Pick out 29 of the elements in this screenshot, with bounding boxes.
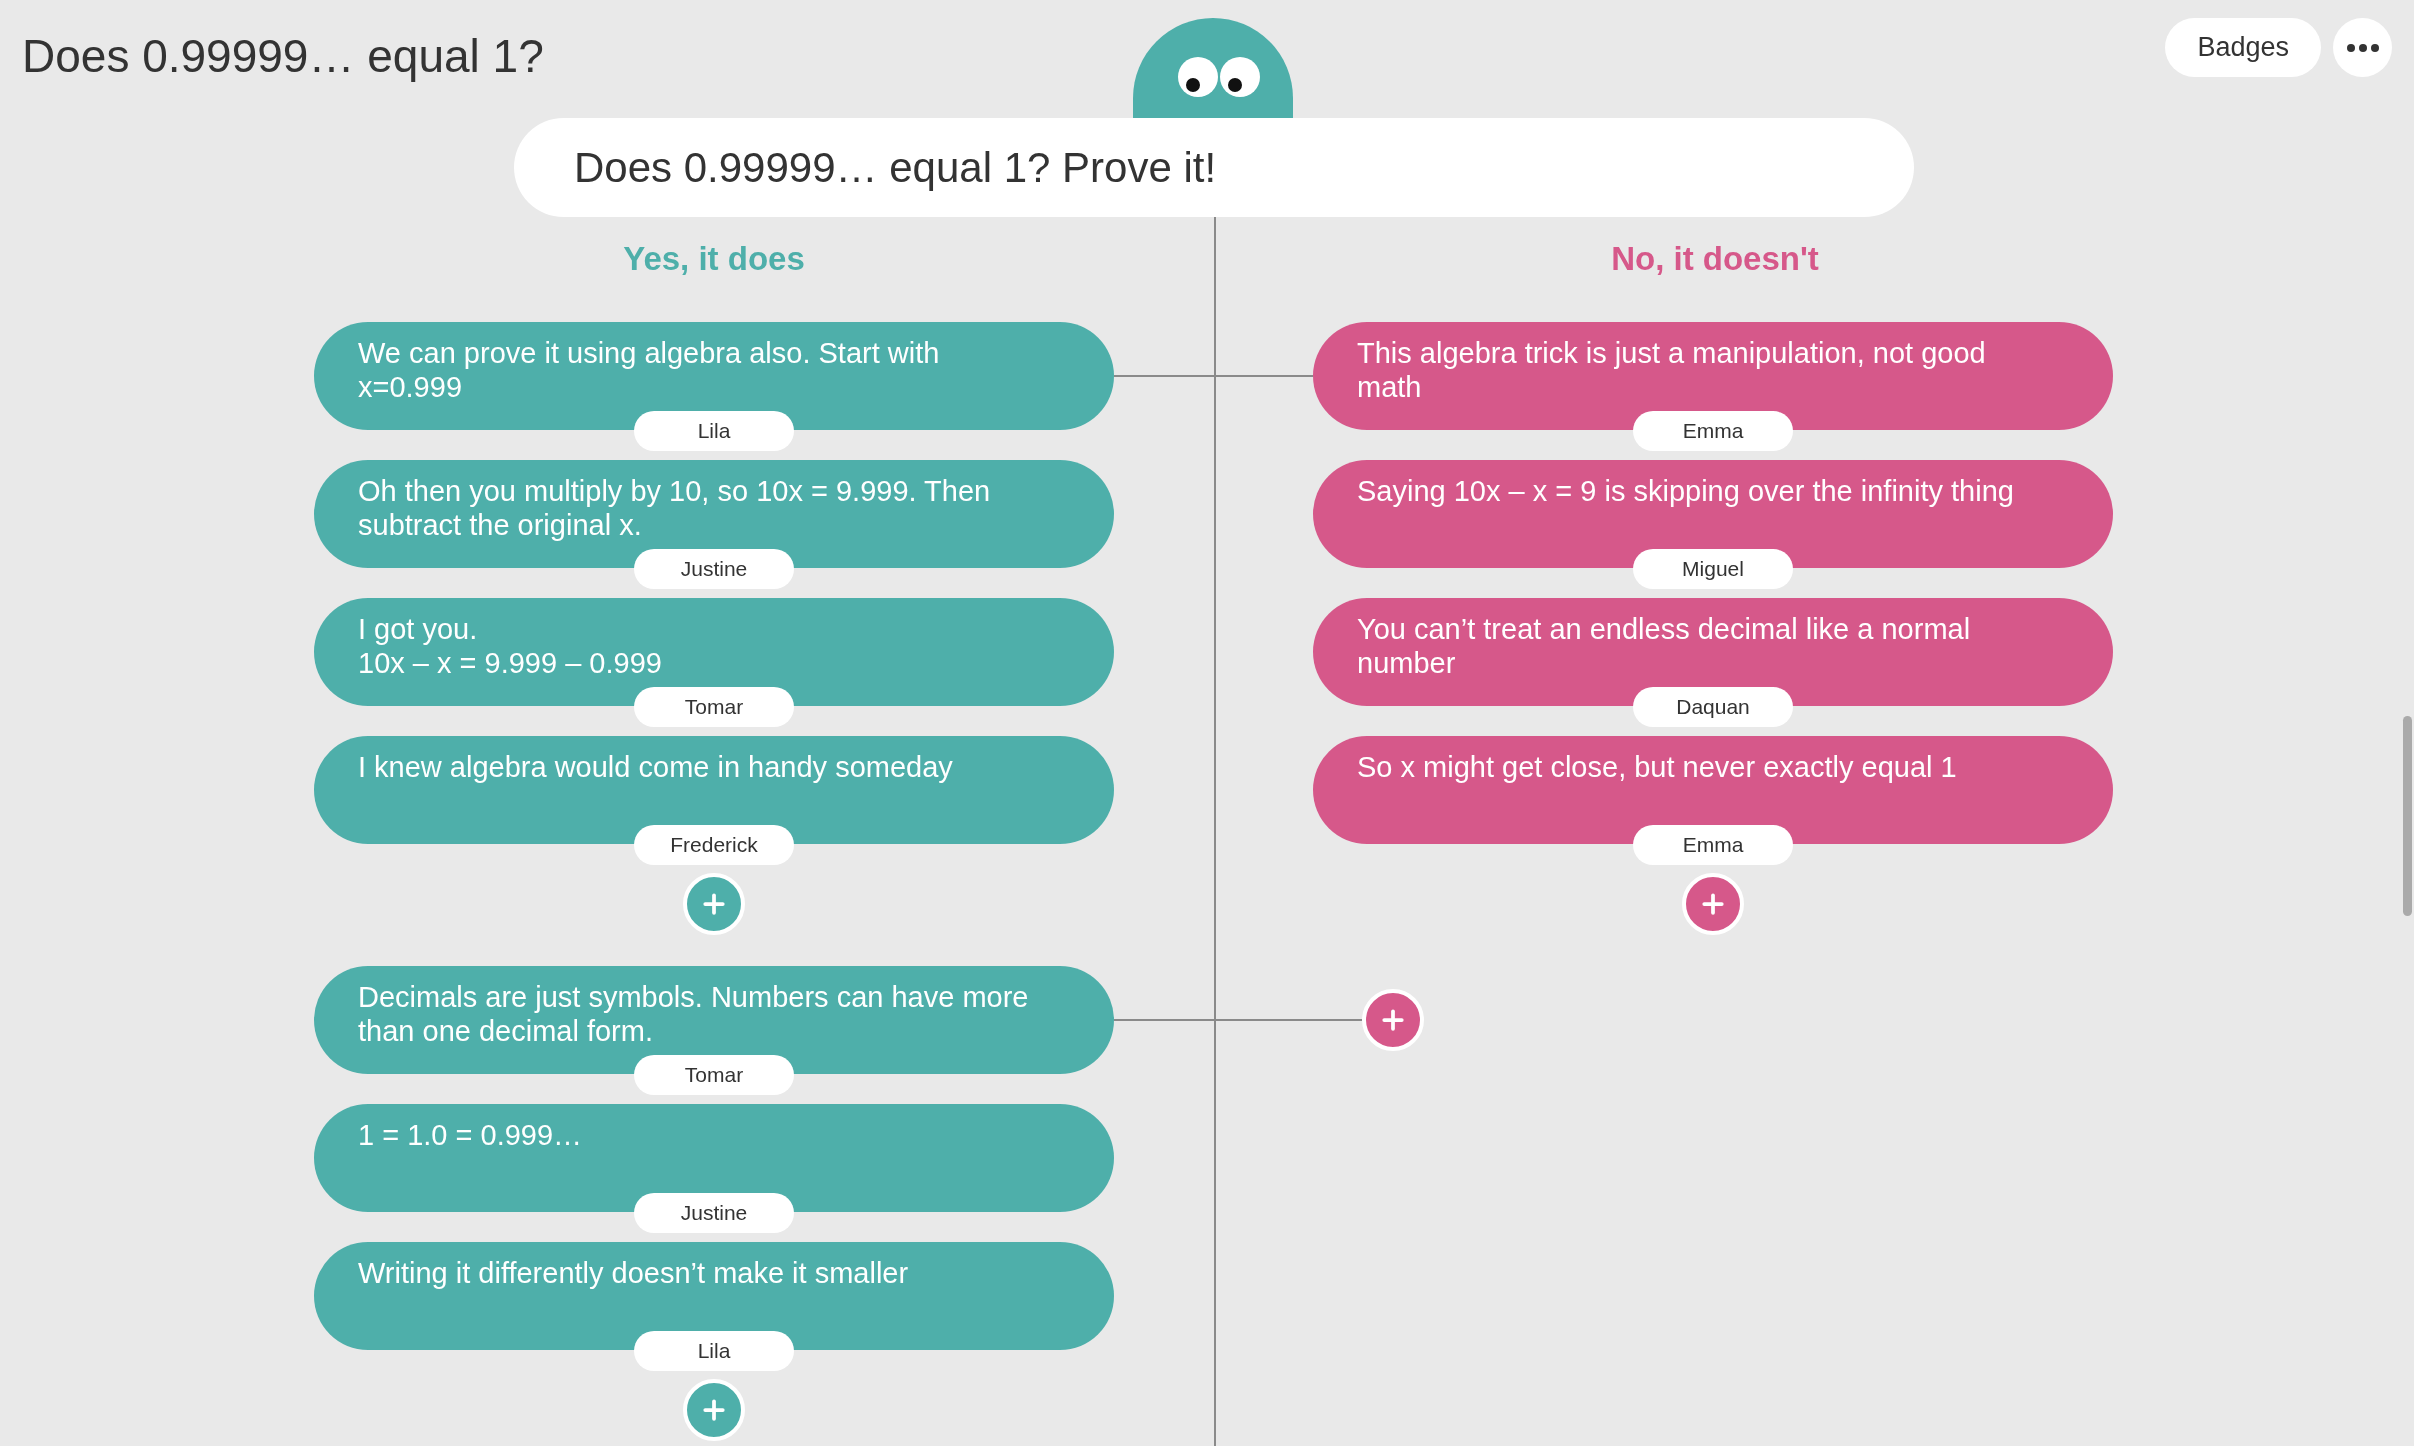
author-tag: Tomar: [634, 687, 794, 727]
badges-button[interactable]: Badges: [2165, 18, 2321, 77]
author-tag: Frederick: [634, 825, 794, 865]
argument-text: 1 = 1.0 = 0.999…: [358, 1118, 584, 1152]
argument-text: I got you. 10x – x = 9.999 – 0.999: [358, 612, 663, 680]
author-tag: Lila: [634, 1331, 794, 1371]
author-tag: Daquan: [1633, 687, 1793, 727]
author-tag: Emma: [1633, 825, 1793, 865]
page-title: Does 0.99999… equal 1?: [22, 29, 545, 84]
argument-text: So x might get close, but never exactly equal 1: [1357, 750, 1958, 784]
argument-text: Writing it differently doesn’t make it smaller: [358, 1256, 910, 1290]
argument-text: Oh then you multiply by 10, so 10x = 9.999. Then subtract the original x.: [358, 474, 992, 542]
author-tag: Miguel: [1633, 549, 1793, 589]
argument-text: You can’t treat an endless decimal like a normal number: [1357, 612, 1972, 680]
argument-text: We can prove it using algebra also. Start with x=0.999: [358, 336, 941, 404]
argument-text: Saying 10x – x = 9 is skipping over the infinity thing: [1357, 474, 2015, 508]
prompt-bar: Does 0.99999… equal 1? Prove it!: [514, 118, 1914, 217]
side-heading: No, it doesn't: [1611, 239, 1819, 280]
author-tag: Justine: [634, 1193, 794, 1233]
more-icon: [2346, 43, 2379, 52]
author-tag: Lila: [634, 411, 794, 451]
argument-text: I knew algebra would come in handy someday: [358, 750, 954, 784]
author-tag: Tomar: [634, 1055, 794, 1095]
argument-text: Decimals are just symbols. Numbers can have more than one decimal form.: [358, 980, 1030, 1048]
argument-text: This algebra trick is just a manipulation, not good math: [1357, 336, 1987, 404]
author-tag: Emma: [1633, 411, 1793, 451]
scrollbar[interactable]: [2403, 716, 2412, 916]
author-tag: Justine: [634, 549, 794, 589]
side-heading: Yes, it does: [623, 239, 805, 280]
